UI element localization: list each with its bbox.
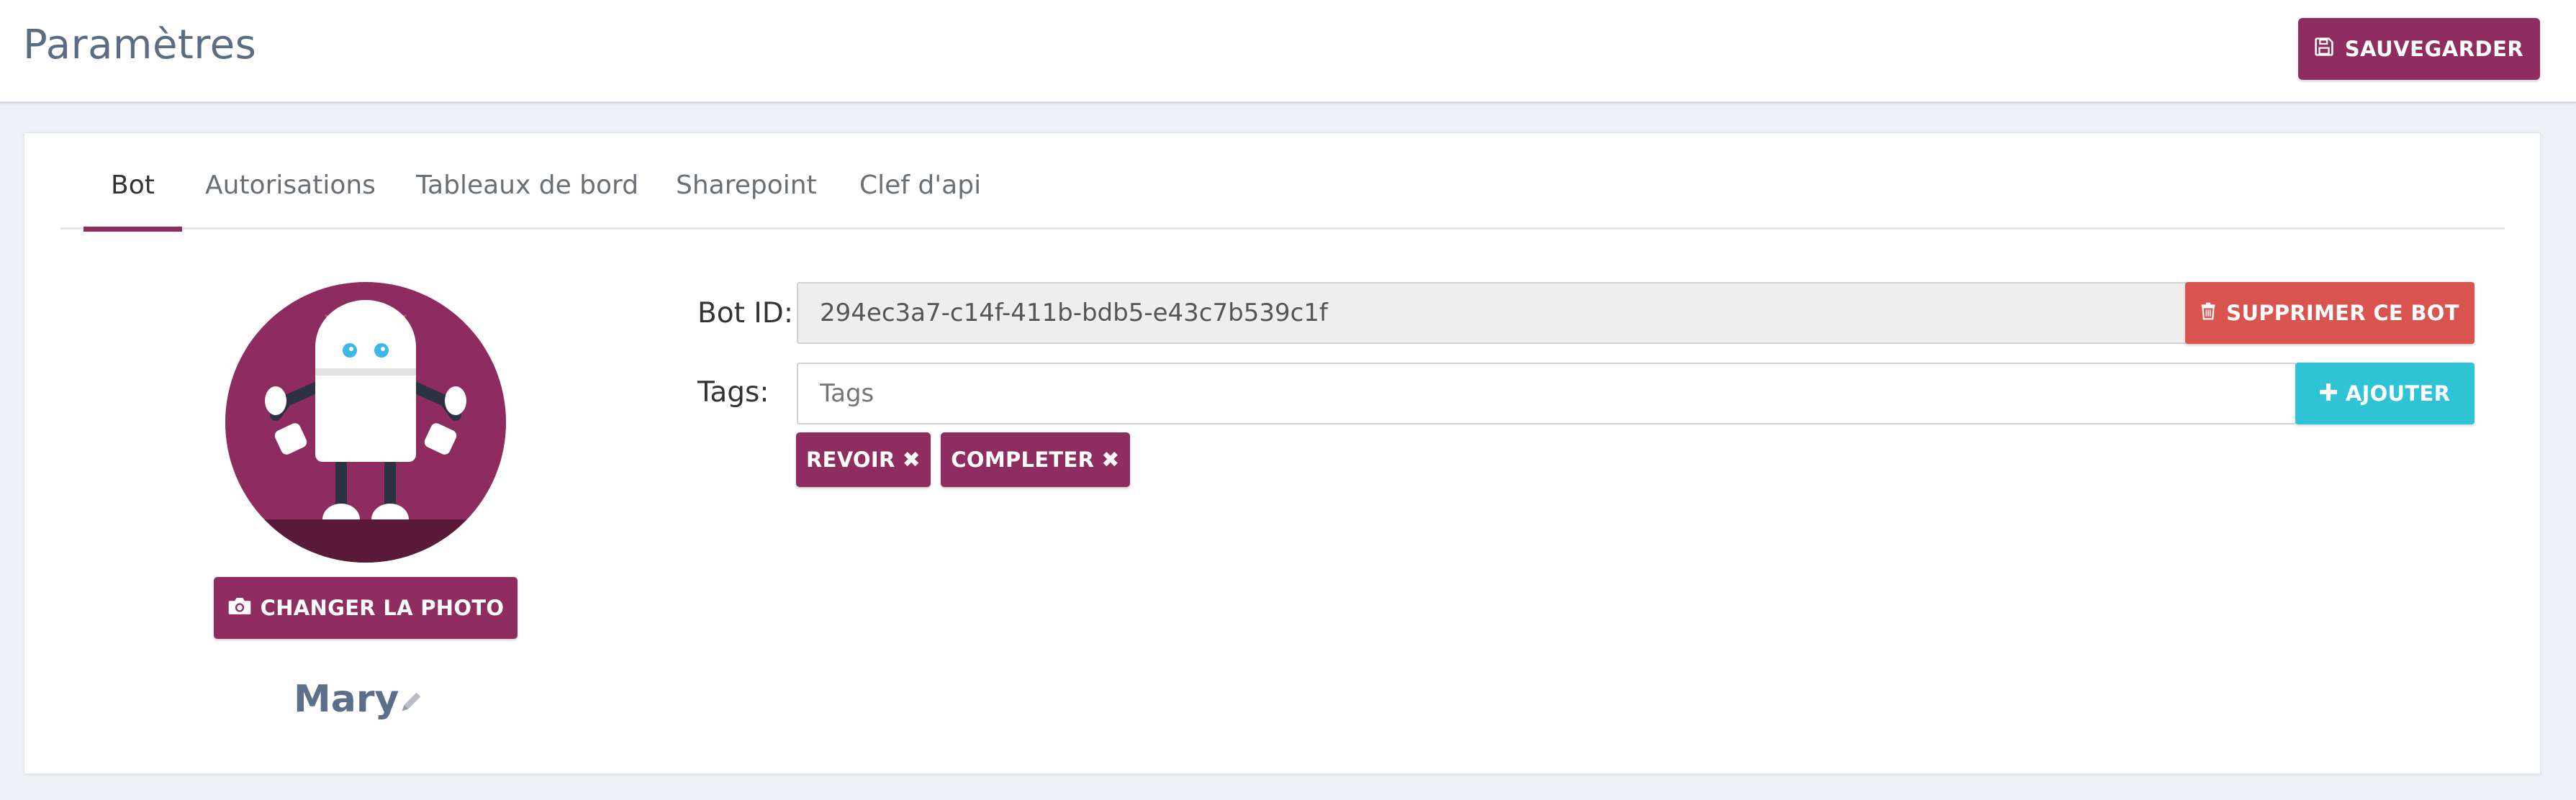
tab-bot[interactable]: Bot — [83, 171, 182, 232]
settings-card: Bot Autorisations Tableaux de bord Share… — [24, 132, 2541, 774]
tag-label: COMPLETER — [951, 447, 1095, 472]
page-title: Paramètres — [23, 22, 257, 68]
tags-label: Tags: — [697, 376, 769, 409]
tab-tableaux-de-bord[interactable]: Tableaux de bord — [416, 171, 638, 229]
top-header: Paramètres SAUVEGARDER — [0, 0, 2576, 104]
tab-clef-api[interactable]: Clef d'api — [859, 171, 981, 229]
tags-input[interactable] — [797, 363, 2297, 424]
bot-id-field: 294ec3a7-c14f-411b-bdb5-e43c7b539c1f — [797, 282, 2187, 344]
floppy-disk-icon — [2315, 37, 2333, 61]
robot-illustration — [225, 282, 506, 563]
add-tag-button[interactable]: AJOUTER — [2295, 363, 2475, 424]
camera-icon — [227, 596, 252, 621]
add-tag-label: AJOUTER — [2345, 381, 2451, 406]
tab-sharepoint[interactable]: Sharepoint — [676, 171, 817, 229]
bot-id-label: Bot ID: — [697, 297, 793, 329]
save-button-label: SAUVEGARDER — [2344, 37, 2524, 61]
tag-chip: REVOIR ✖ — [796, 432, 931, 487]
delete-bot-label: SUPPRIMER CE BOT — [2226, 301, 2459, 325]
change-photo-button[interactable]: CHANGER LA PHOTO — [214, 577, 518, 639]
pencil-icon[interactable] — [398, 688, 425, 715]
change-photo-label: CHANGER LA PHOTO — [260, 596, 505, 620]
times-icon[interactable]: ✖ — [1101, 447, 1119, 473]
bot-name: Mary — [294, 678, 399, 721]
tab-autorisations[interactable]: Autorisations — [205, 171, 376, 229]
times-icon[interactable]: ✖ — [903, 447, 921, 473]
tag-label: REVOIR — [805, 447, 895, 472]
save-button[interactable]: SAUVEGARDER — [2298, 18, 2540, 80]
bot-avatar — [225, 282, 506, 563]
trash-icon — [2200, 301, 2216, 325]
plus-icon — [2319, 381, 2337, 406]
delete-bot-button[interactable]: SUPPRIMER CE BOT — [2185, 282, 2475, 344]
settings-tabs: Bot Autorisations Tableaux de bord Share… — [60, 133, 2505, 232]
tag-chip: COMPLETER ✖ — [941, 432, 1130, 487]
